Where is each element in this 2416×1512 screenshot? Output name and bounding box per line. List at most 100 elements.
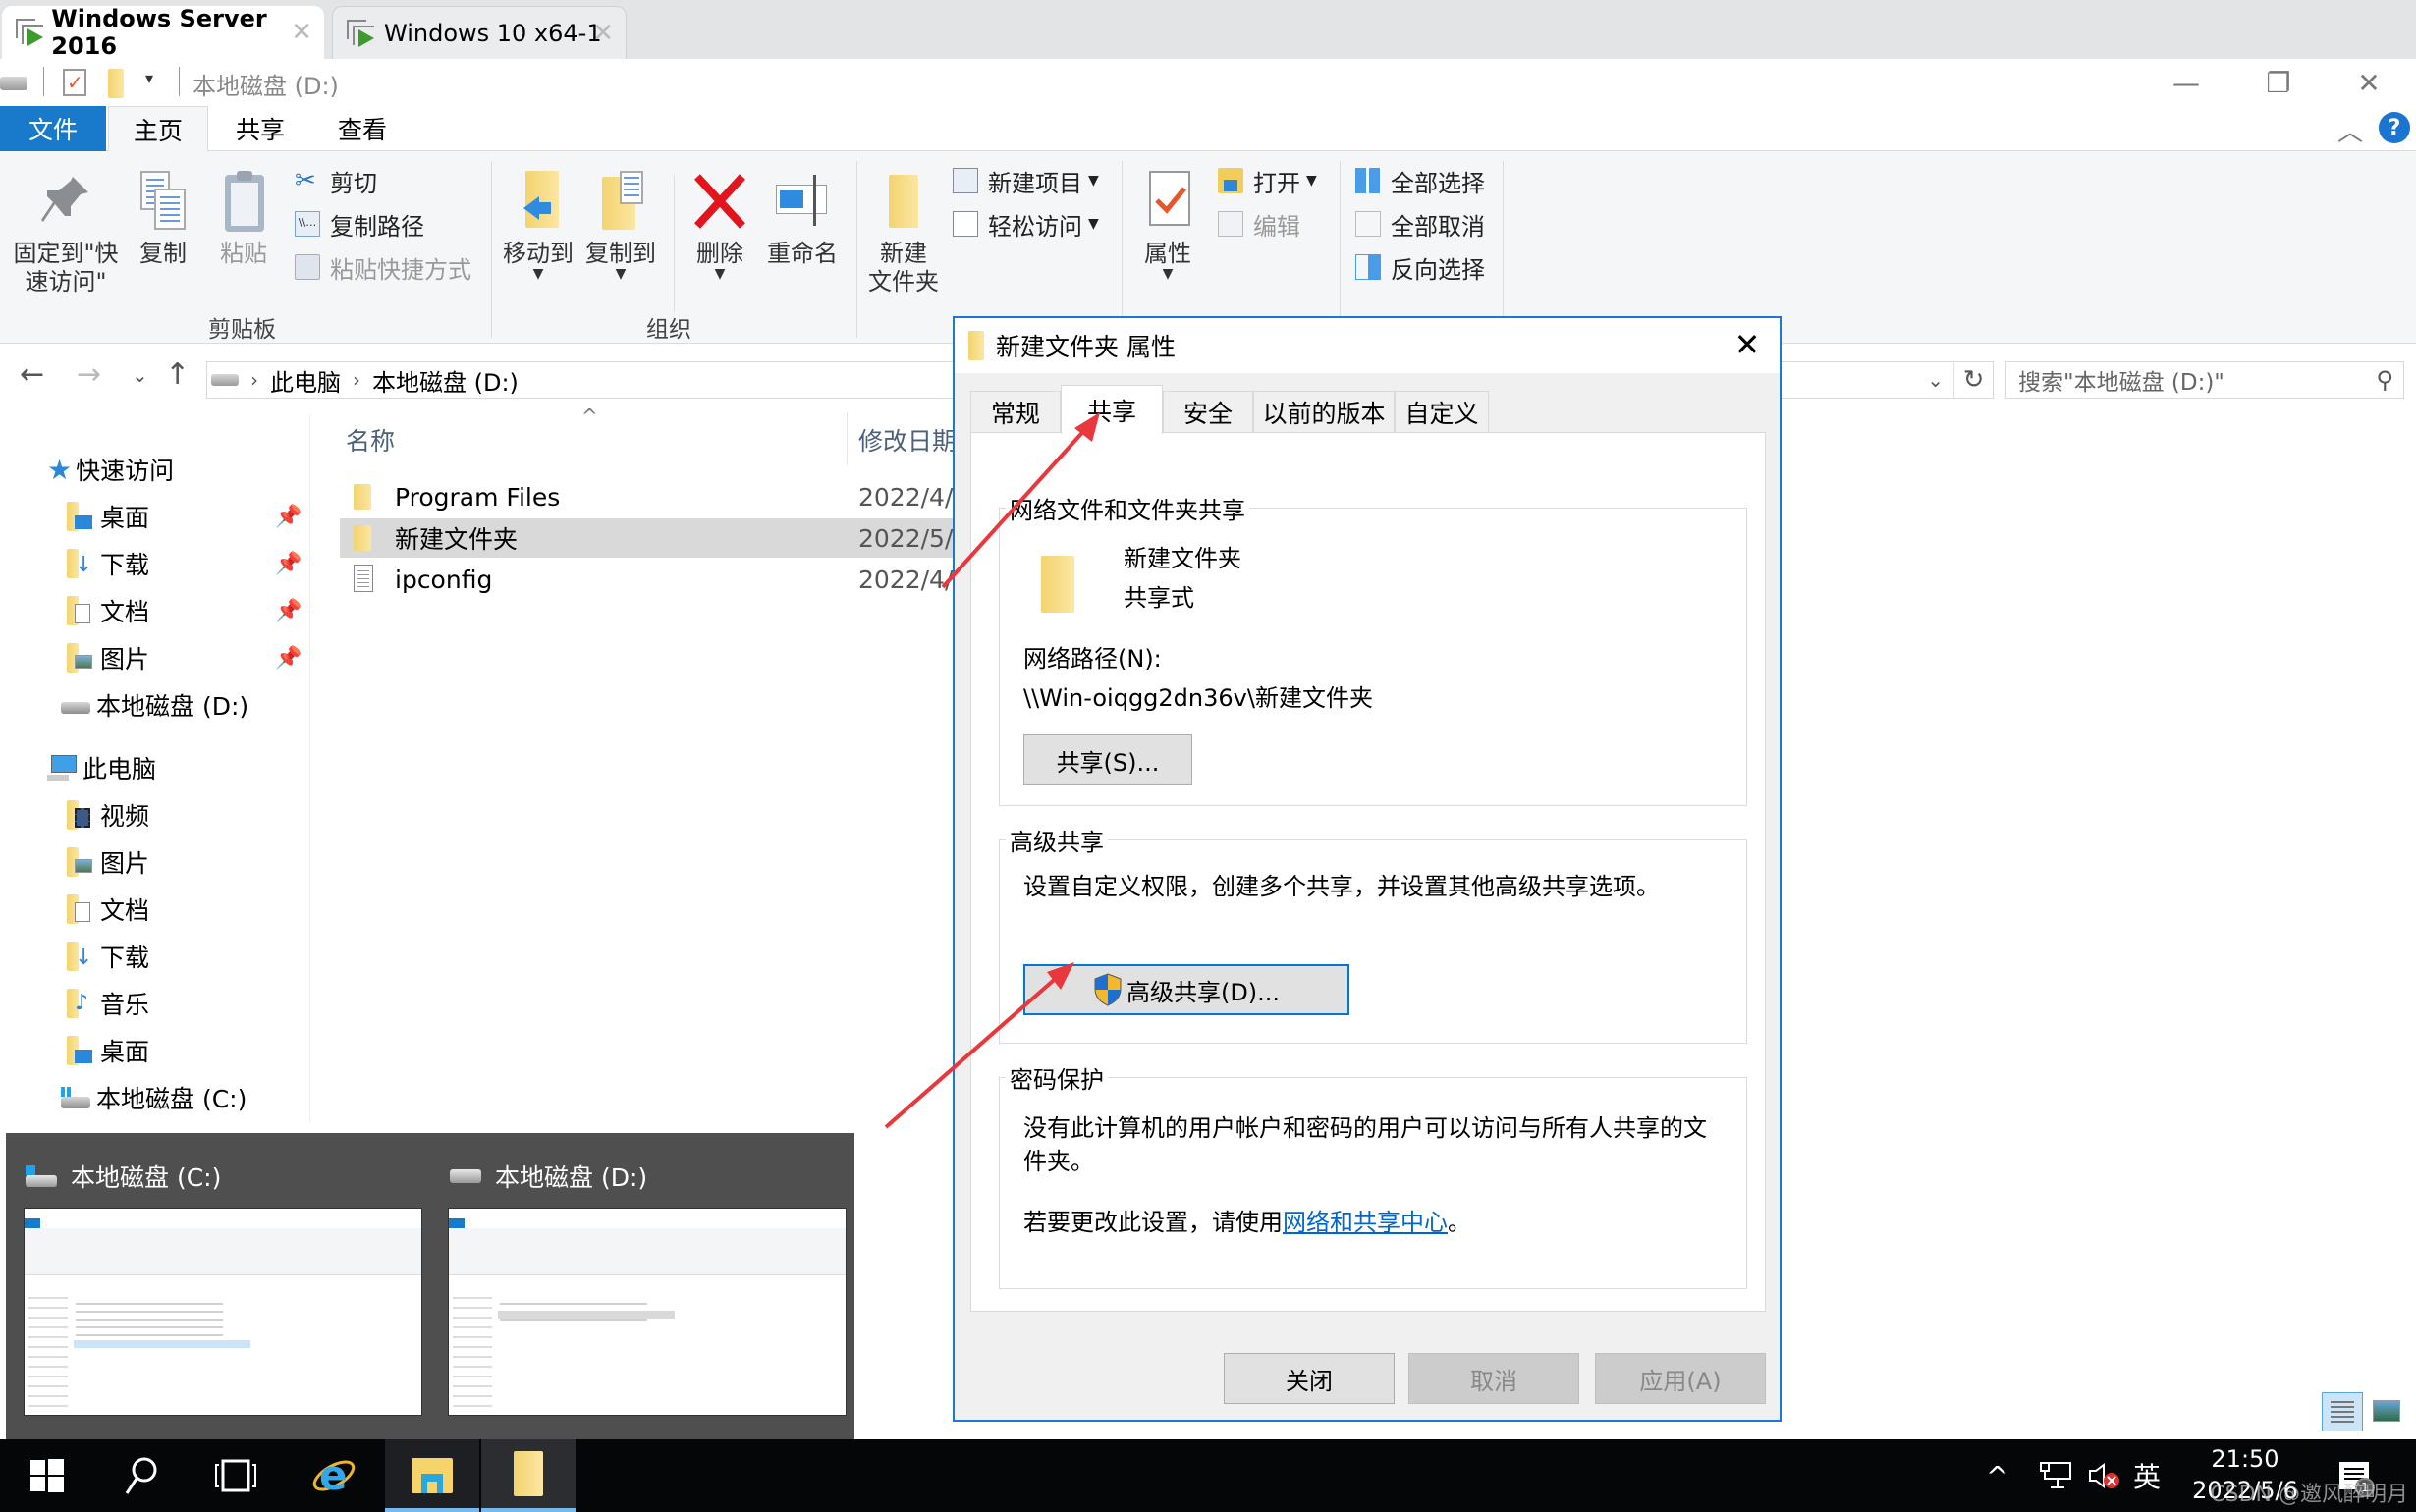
invert-selection-button[interactable]: 反向选择 xyxy=(1355,249,1485,285)
select-all-button[interactable]: 全部选择 xyxy=(1355,163,1485,198)
tab-file[interactable]: 文件 xyxy=(0,106,106,151)
pin-to-quick-access-button[interactable]: 固定到"快 速访问" xyxy=(12,171,120,297)
pin-icon[interactable]: 📌 xyxy=(275,505,302,529)
copy-button[interactable]: 复制 xyxy=(132,171,194,268)
internet-explorer-button[interactable]: e xyxy=(287,1439,381,1512)
back-button[interactable]: ← xyxy=(20,357,44,392)
details-view-button[interactable] xyxy=(2322,1392,2363,1431)
vm-tab-windows-server-2016[interactable]: Windows Server 2016 ✕ xyxy=(2,5,324,60)
open-button[interactable]: 打开 ▼ xyxy=(1218,163,1317,198)
nav-item-desktop[interactable]: 桌面 xyxy=(65,497,149,536)
thumbnail-title-c[interactable]: 本地磁盘 (C:) xyxy=(26,1159,221,1194)
large-icons-view-button[interactable] xyxy=(2373,1400,2400,1422)
paste-shortcut-button[interactable]: 粘贴快捷方式 xyxy=(295,249,471,285)
delete-button[interactable]: 删除 ▼ xyxy=(687,171,752,283)
start-button[interactable] xyxy=(0,1439,94,1512)
tab-home[interactable]: 主页 xyxy=(108,106,208,152)
nav-item-desktop-pc[interactable]: 桌面 xyxy=(65,1031,149,1070)
tab-general[interactable]: 常规 xyxy=(970,391,1061,432)
copy-path-button[interactable]: \\… 复制路径 xyxy=(295,206,424,242)
share-button[interactable]: 共享(S)... xyxy=(1023,734,1192,785)
select-none-button[interactable]: 全部取消 xyxy=(1355,206,1485,242)
quick-access-toolbar-dropdown-icon[interactable]: ▾ xyxy=(145,69,153,87)
pin-icon[interactable]: 📌 xyxy=(275,599,302,623)
tab-view[interactable]: 查看 xyxy=(320,106,405,151)
search-icon[interactable]: ⚲ xyxy=(2376,366,2393,394)
column-divider[interactable] xyxy=(847,412,848,465)
breadcrumb-drive-d[interactable]: 本地磁盘 (D:) xyxy=(372,363,519,398)
thumbnail-image-c[interactable] xyxy=(24,1208,422,1416)
network-sharing-center-link[interactable]: 网络和共享中心 xyxy=(1283,1209,1448,1236)
paste-button[interactable]: 粘贴 xyxy=(212,171,275,268)
edit-button[interactable]: 编辑 xyxy=(1218,206,1300,242)
nav-quick-access[interactable]: ★ 快速访问 xyxy=(47,450,174,489)
nav-item-documents[interactable]: 文档 xyxy=(65,591,149,630)
nav-item-videos[interactable]: 视频 xyxy=(65,795,149,835)
advanced-sharing-button[interactable]: 高级共享(D)... xyxy=(1023,964,1349,1015)
close-window-button[interactable]: ✕ xyxy=(2339,63,2398,102)
forward-button[interactable]: → xyxy=(77,357,101,392)
dialog-title-bar[interactable]: 新建文件夹 属性 ✕ xyxy=(955,318,1780,373)
close-button[interactable]: 关闭 xyxy=(1224,1353,1395,1404)
nav-item-documents-pc[interactable]: 文档 xyxy=(65,890,149,929)
tab-security[interactable]: 安全 xyxy=(1163,391,1253,432)
minimize-button[interactable]: — xyxy=(2157,63,2216,102)
thumbnail-image-d[interactable] xyxy=(448,1208,847,1416)
task-view-button[interactable] xyxy=(189,1439,283,1512)
recent-locations-button[interactable]: ⌄ xyxy=(132,363,148,387)
apply-button[interactable]: 应用(A) xyxy=(1595,1353,1766,1404)
nav-item-downloads[interactable]: ↓ 下载 xyxy=(65,544,149,583)
pin-icon[interactable]: 📌 xyxy=(275,646,302,671)
rename-button[interactable]: 重命名 xyxy=(762,171,843,268)
nav-item-drive-c[interactable]: 本地磁盘 (C:) xyxy=(61,1078,247,1117)
breadcrumb-separator-icon: › xyxy=(353,368,360,392)
new-folder-button[interactable]: 新建 文件夹 xyxy=(864,171,943,297)
folder-window-button[interactable] xyxy=(481,1439,576,1512)
tab-customize[interactable]: 自定义 xyxy=(1395,391,1489,432)
cut-button[interactable]: ✂ 剪切 xyxy=(295,163,377,198)
tab-sharing[interactable]: 共享 xyxy=(1061,385,1163,434)
nav-item-music[interactable]: ♪ 音乐 xyxy=(65,984,149,1023)
new-item-button[interactable]: 新建项目 ▼ xyxy=(953,163,1099,198)
tab-share[interactable]: 共享 xyxy=(218,106,302,151)
nav-this-pc[interactable]: 此电脑 xyxy=(47,748,156,787)
thumbnail-title-d[interactable]: 本地磁盘 (D:) xyxy=(450,1159,647,1194)
collapse-ribbon-icon[interactable]: ︿ xyxy=(2337,112,2363,148)
volume-muted-icon[interactable] xyxy=(2086,1439,2121,1512)
close-icon[interactable]: ✕ xyxy=(592,19,614,48)
up-button[interactable]: ↑ xyxy=(165,357,190,392)
tab-previous-versions[interactable]: 以前的版本 xyxy=(1253,391,1395,432)
new-folder-quick-icon[interactable] xyxy=(108,69,124,98)
restore-button[interactable]: ❐ xyxy=(2249,63,2308,102)
cancel-button[interactable]: 取消 xyxy=(1408,1353,1579,1404)
nav-item-pictures-pc[interactable]: 图片 xyxy=(65,842,149,882)
copy-to-button[interactable]: 复制到 ▼ xyxy=(583,171,658,283)
internet-explorer-icon: e xyxy=(312,1452,356,1499)
pin-icon[interactable]: 📌 xyxy=(275,552,302,576)
address-dropdown-icon[interactable]: ⌄ xyxy=(1927,368,1944,392)
search-button[interactable] xyxy=(94,1439,189,1512)
file-explorer-button[interactable] xyxy=(385,1439,479,1512)
network-icon[interactable] xyxy=(2039,1439,2072,1512)
properties-button[interactable]: 属性 ▼ xyxy=(1135,171,1200,283)
breadcrumb-this-pc[interactable]: 此电脑 xyxy=(270,363,341,398)
file-row[interactable]: ipconfig 2022/4/2 xyxy=(340,560,968,599)
close-icon[interactable]: ✕ xyxy=(291,18,312,47)
show-hidden-icons-button[interactable]: ^ xyxy=(1986,1439,2008,1512)
vm-tab-windows-10[interactable]: Windows 10 x64-1 ✕ xyxy=(332,6,627,59)
input-method-indicator[interactable]: 英 xyxy=(2133,1439,2161,1512)
nav-item-pictures[interactable]: 图片 xyxy=(65,638,149,677)
help-icon[interactable]: ? xyxy=(2379,112,2410,143)
properties-quick-icon[interactable]: ✓ xyxy=(63,69,86,96)
file-row-selected[interactable]: 新建文件夹 2022/5/6 xyxy=(340,518,968,558)
refresh-button[interactable]: ↻ xyxy=(1953,361,1993,399)
column-header-name[interactable]: 名称 xyxy=(346,422,395,458)
easy-access-button[interactable]: 轻松访问 ▼ xyxy=(953,206,1099,242)
file-row[interactable]: Program Files 2022/4/2 xyxy=(340,477,968,516)
column-header-date-modified[interactable]: 修改日期 xyxy=(858,422,957,458)
search-input[interactable]: 搜索"本地磁盘 (D:)" ⚲ xyxy=(2005,361,2404,399)
move-to-button[interactable]: 移动到 ▼ xyxy=(501,171,576,283)
nav-item-downloads-pc[interactable]: ↓ 下载 xyxy=(65,937,149,976)
dialog-close-button[interactable]: ✕ xyxy=(1725,322,1770,367)
nav-item-drive-d[interactable]: 本地磁盘 (D:) xyxy=(61,685,248,725)
